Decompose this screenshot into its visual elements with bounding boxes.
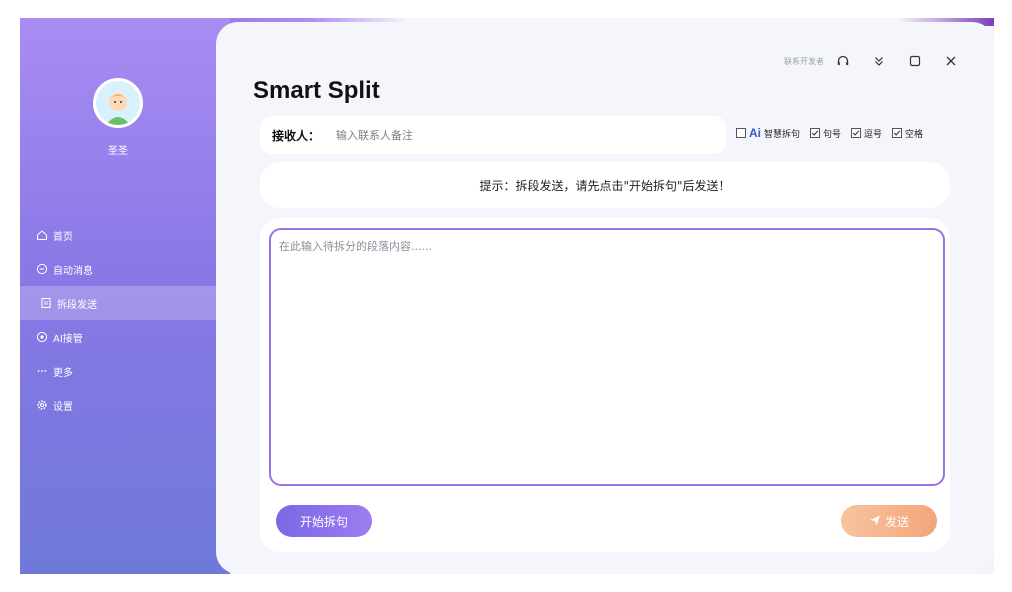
home-icon [36,229,48,241]
option-label: 空格 [905,129,924,140]
editor-card: 开始拆句 发送 [260,218,950,552]
titlebar-controls: 联系开发者 [784,54,958,68]
start-split-button[interactable]: 开始拆句 [276,505,372,537]
avatar[interactable] [93,78,143,128]
checkbox-checked-icon[interactable] [892,128,903,138]
ai-icon [36,331,48,343]
receiver-label: 接收人： [272,128,321,143]
option-label: 句号 [823,129,842,140]
sidebar-item-settings[interactable]: 设置 [20,388,230,422]
app-window: 圣圣 首页 自动消息 拆段发送 AI接管 更多 设置 联系开发者 Smart S… [20,18,994,574]
option-label: 逗号 [864,129,883,140]
hint-banner: 提示：拆段发送，请先点击"开始拆句"后发送！ [260,162,950,208]
sidebar-item-home[interactable]: 首页 [20,218,230,252]
ai-mark: Ai [749,126,761,140]
sidebar-item-split-send[interactable]: 拆段发送 [20,286,230,320]
sidebar-item-more[interactable]: 更多 [20,354,230,388]
option-smart-split[interactable]: Ai 智慧拆句 [736,126,800,140]
sidebar-item-label: 拆段发送 [57,299,97,311]
headset-icon[interactable] [836,54,850,68]
message-icon [36,263,48,275]
option-comma[interactable]: 逗号 [851,127,882,140]
receiver-input[interactable] [334,127,719,143]
send-label: 发送 [884,514,909,529]
sidebar-item-label: 自动消息 [53,265,93,277]
checkbox-unchecked-icon[interactable] [736,128,746,138]
sidebar-nav: 首页 自动消息 拆段发送 AI接管 更多 设置 [20,218,230,422]
sidebar-item-label: 更多 [53,367,73,379]
collapse-chevron-icon[interactable] [872,54,886,68]
option-label: 智慧拆句 [764,129,801,140]
checkbox-checked-icon[interactable] [810,128,821,138]
close-icon[interactable] [944,54,958,68]
sidebar-item-label: 首页 [53,231,73,243]
split-options: Ai 智慧拆句 句号 逗号 空格 [736,126,923,140]
sidebar-item-auto-message[interactable]: 自动消息 [20,252,230,286]
sidebar-item-ai-takeover[interactable]: AI接管 [20,320,230,354]
option-space[interactable]: 空格 [892,127,923,140]
send-icon [869,514,881,529]
checkbox-checked-icon[interactable] [851,128,862,138]
sidebar-item-label: 设置 [53,401,73,413]
receiver-field-box: 接收人： [260,116,726,154]
option-period[interactable]: 句号 [810,127,841,140]
maximize-icon[interactable] [908,54,922,68]
username: 圣圣 [108,146,128,157]
paragraph-input[interactable] [269,228,945,486]
sidebar-item-label: AI接管 [53,333,83,345]
sidebar: 圣圣 首页 自动消息 拆段发送 AI接管 更多 设置 [20,18,230,574]
main-panel: 联系开发者 Smart Split 接收人： Ai 智慧拆句 [216,22,994,574]
more-icon [36,365,48,377]
hint-text: 提示：拆段发送，请先点击"开始拆句"后发送！ [479,178,731,193]
contact-developer-link[interactable]: 联系开发者 [784,56,824,67]
document-icon [40,297,52,309]
start-split-label: 开始拆句 [299,514,348,529]
page-title: Smart Split [253,77,380,104]
send-button[interactable]: 发送 [841,505,937,537]
settings-icon [36,399,48,411]
